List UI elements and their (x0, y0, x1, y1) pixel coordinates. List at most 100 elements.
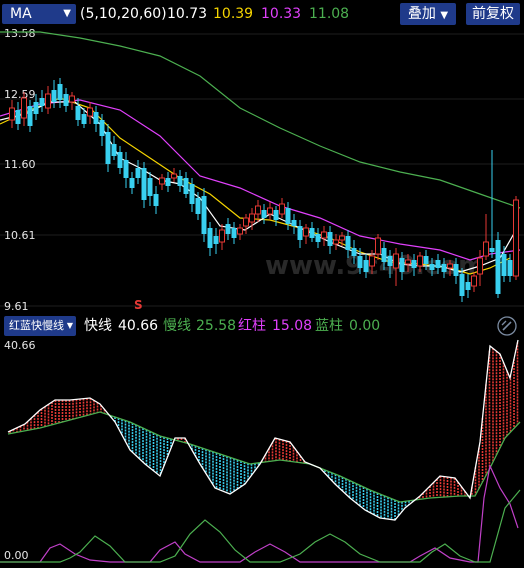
chevron-down-icon: ▼ (440, 10, 449, 21)
candle-body (495, 240, 501, 294)
candle-body (387, 256, 393, 266)
candle-body (189, 184, 195, 204)
candle-body (249, 213, 255, 223)
candle-body (207, 228, 213, 248)
candle-body (507, 260, 513, 276)
candle-body (153, 194, 159, 206)
candle-body (15, 110, 21, 124)
sub-label-bottom: 0.00 (4, 549, 29, 562)
sub-indicator-toolbar: 红蓝快慢线 ▼ 快线 40.66 慢线 25.58 红柱 15.08 蓝柱 0.… (0, 313, 524, 338)
candle-body (141, 168, 147, 200)
candle-body (183, 178, 189, 194)
candle-body (93, 112, 99, 124)
settings-icon[interactable] (496, 315, 518, 337)
candle-body (33, 102, 39, 114)
candle-body (309, 228, 315, 238)
blue-bar-value: 0.00 (349, 318, 381, 334)
price-label-4: 10.61 (4, 229, 36, 242)
candle-body (321, 231, 327, 239)
ma5-value: 10.73 (167, 6, 208, 22)
price-chart[interactable]: 13.58 12.59 11.60 10.61 9.61 www.9c40.co… (0, 28, 524, 313)
candle-body (111, 144, 117, 156)
price-label-bottom: 9.61 (4, 300, 29, 313)
candle-body (297, 226, 303, 240)
candle-body (9, 107, 15, 121)
adjust-button[interactable]: 前复权 (466, 3, 520, 25)
candle-body (21, 97, 27, 119)
candle-body (489, 248, 495, 252)
candle-body (417, 255, 423, 267)
candle-body (75, 106, 81, 120)
candle-body (357, 256, 363, 268)
candle-body (423, 256, 429, 264)
ma-indicator-select[interactable]: MA ▼ (2, 4, 76, 24)
ma10-line (0, 97, 511, 275)
sub-indicator-select[interactable]: 红蓝快慢线 ▼ (4, 316, 76, 336)
candle-body (177, 176, 183, 186)
candle-body (381, 248, 387, 262)
candle-body (81, 114, 87, 124)
candle-body (39, 98, 45, 106)
candle-body (285, 208, 291, 224)
candle-body (435, 260, 441, 268)
candle-body (273, 210, 279, 220)
blue-bar-line (0, 489, 521, 563)
candle-body (411, 260, 417, 268)
candle-body (267, 207, 273, 215)
candle-body (213, 236, 219, 244)
adjust-label: 前复权 (472, 6, 514, 22)
overlay-button[interactable]: 叠加 ▼ (400, 3, 456, 25)
candle-body (345, 236, 351, 250)
candle-body (261, 210, 267, 218)
price-label-2: 12.59 (4, 88, 36, 101)
candle-body (219, 229, 225, 243)
candle-body (459, 274, 465, 296)
indicator-toolbar: MA ▼ (5,10,20,60) 10.73 10.39 10.33 11.0… (0, 0, 524, 28)
candle-body (393, 253, 399, 269)
ma-indicator-label: MA (10, 6, 32, 22)
candle-body (429, 264, 435, 270)
candle-body (243, 217, 249, 227)
candle-body (231, 228, 237, 238)
candle-body (399, 258, 405, 272)
candle-body (147, 178, 153, 196)
ma10-value: 10.39 (213, 6, 254, 22)
candle-body (471, 275, 477, 287)
candle-body (351, 248, 357, 256)
candle-body (135, 168, 141, 178)
candle-body (117, 152, 123, 168)
candle-body (165, 178, 171, 186)
overlay-label: 叠加 (407, 6, 436, 22)
sub-label-top: 40.66 (4, 339, 36, 352)
ma20-value: 10.33 (261, 6, 302, 22)
candle-body (159, 177, 165, 185)
candle-body (375, 237, 381, 255)
candle-body (303, 227, 309, 237)
candle-body (501, 254, 507, 276)
candle-body (405, 259, 411, 265)
candle-body (315, 234, 321, 242)
candle-body (51, 90, 57, 102)
candle-body (363, 260, 369, 272)
candle-body (255, 205, 261, 215)
fast-value: 40.66 (118, 318, 159, 334)
fast-slow-bars (9, 342, 519, 520)
candle-body (465, 282, 471, 290)
price-label-3: 11.60 (4, 158, 36, 171)
blue-bar-label: 蓝柱 (315, 318, 343, 334)
fast-slow-chart[interactable]: 40.66 0.00 (0, 338, 524, 568)
candle-body (27, 106, 33, 126)
candle-body (99, 120, 105, 136)
candle-body (201, 196, 207, 234)
red-bar-value: 15.08 (272, 318, 313, 334)
candle-body (339, 235, 345, 241)
candle-body (105, 132, 111, 164)
candle-body (237, 227, 243, 235)
candle-body (441, 264, 447, 272)
sub-indicator-label: 红蓝快慢线 (9, 319, 64, 332)
candle-body (57, 84, 63, 100)
chevron-down-icon: ▼ (63, 8, 71, 19)
fast-line (7, 339, 519, 521)
candle-body (291, 220, 297, 226)
candle-body (123, 160, 129, 178)
